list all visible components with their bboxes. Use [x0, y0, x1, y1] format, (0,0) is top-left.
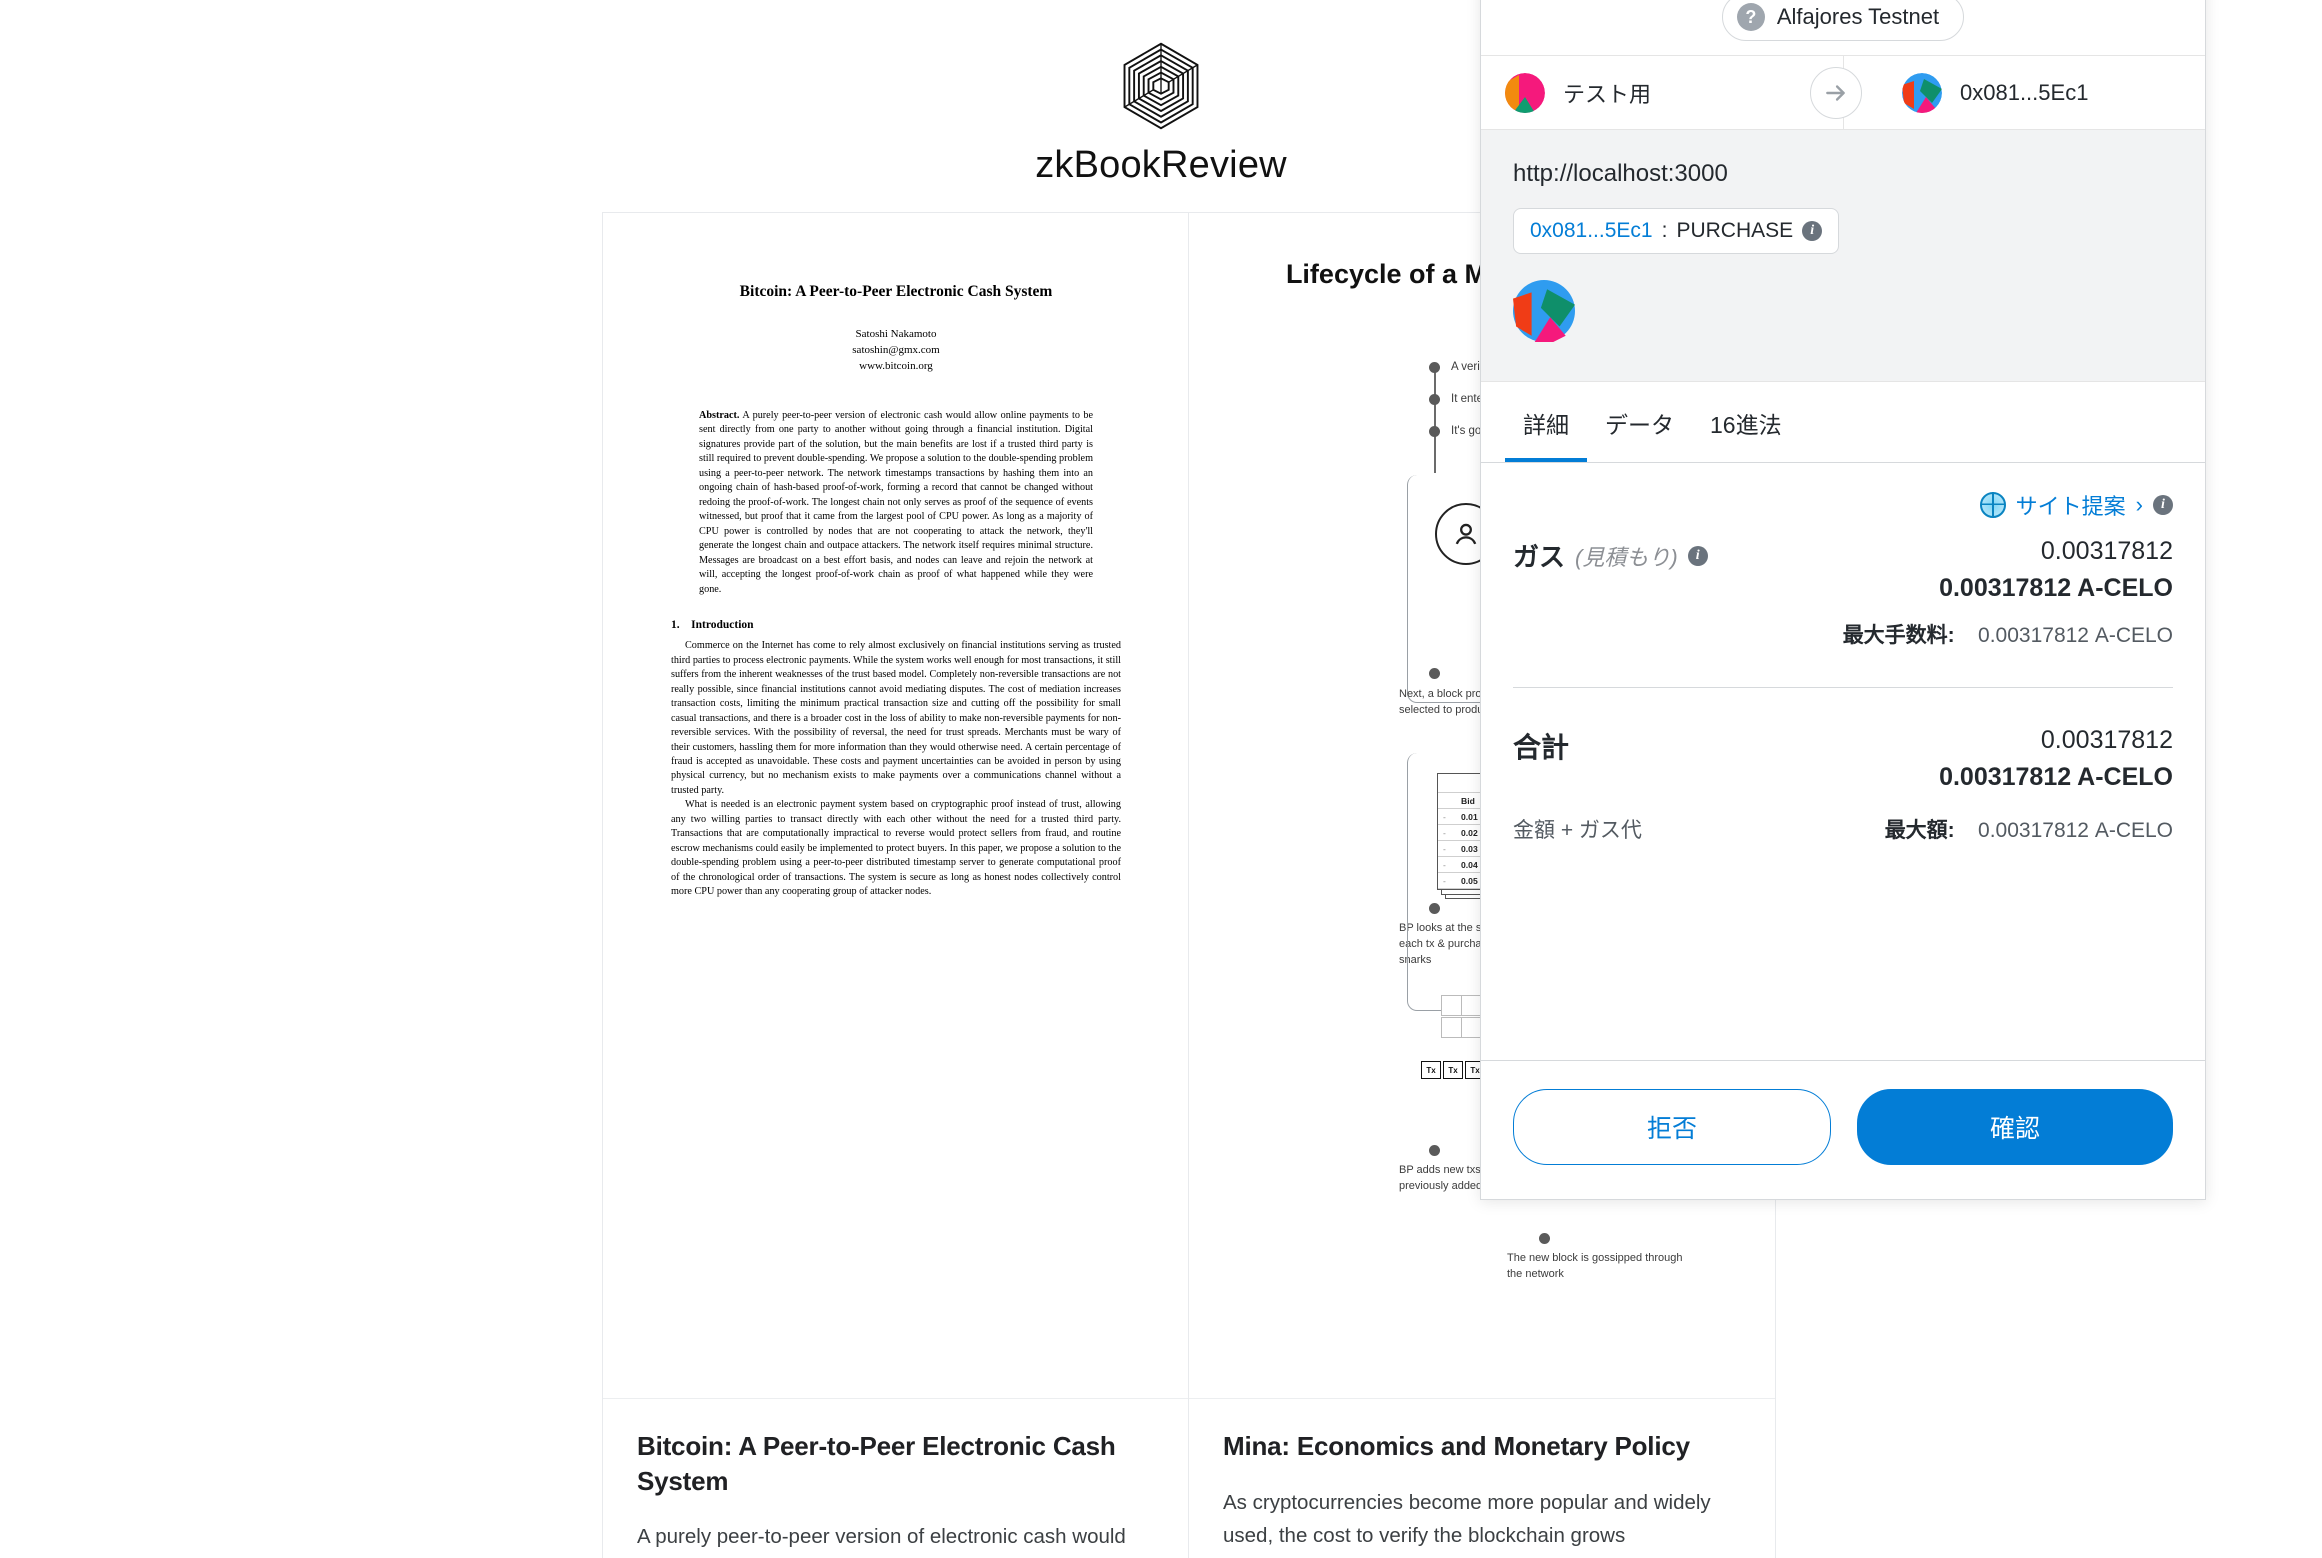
striped-cube-logo-icon — [1123, 42, 1199, 130]
bitcoin-paper-preview: Bitcoin: A Peer-to-Peer Electronic Cash … — [661, 283, 1131, 900]
total-block: 合計 0.00317812 0.00317812 A-CELO 金額 + ガス代… — [1513, 688, 2173, 844]
network-selector[interactable]: ? Alfajores Testnet — [1721, 0, 1965, 41]
gas-max-row: 最大手数料: 0.00317812 A-CELO — [1513, 619, 2173, 649]
queue-cell — [1441, 1017, 1462, 1038]
total-amount: 0.00317812 A-CELO — [1939, 763, 2173, 791]
confirmation-footer: 拒否 確認 — [1481, 1060, 2205, 1199]
metamask-confirmation-popup: ? Alfajores Testnet テスト用 0x081...5Ec1 ht… — [1480, 0, 2206, 1200]
total-max-row: 最大額: 0.00317812 A-CELO — [1885, 814, 2173, 844]
card-description: As cryptocurrencies become more popular … — [1223, 1490, 1711, 1558]
to-account[interactable]: 0x081...5Ec1 — [1862, 72, 2167, 113]
total-fiat-value: 0.00317812 — [2040, 726, 2173, 754]
diagram-node-icon — [1429, 1145, 1440, 1156]
confirm-button[interactable]: 確認 — [1857, 1089, 2173, 1165]
accounts-row: テスト用 0x081...5Ec1 — [1481, 56, 2205, 130]
detail-tabs: 詳細 データ 16進法 — [1481, 382, 2205, 463]
gas-max-label: 最大手数料: — [1842, 624, 1955, 647]
tab-data[interactable]: データ — [1587, 382, 1692, 462]
step-dot-icon — [1429, 361, 1440, 373]
tab-details[interactable]: 詳細 — [1505, 382, 1587, 462]
jazzicon-avatar — [1505, 72, 1545, 113]
info-icon[interactable]: i — [1802, 221, 1823, 241]
paper-preview-section: 1. Introduction — [671, 619, 1131, 631]
contract-address: 0x081...5Ec1 — [1530, 219, 1653, 242]
reject-button[interactable]: 拒否 — [1513, 1089, 1831, 1165]
origin-url: http://localhost:3000 — [1513, 160, 1728, 187]
diagram-caption: The new block is gossipped through the n… — [1507, 1252, 1683, 1280]
step-dot-icon — [1429, 425, 1440, 437]
arrow-right-icon — [1810, 66, 1862, 119]
gas-amount: 0.00317812 A-CELO — [1939, 574, 2173, 602]
from-account-name: テスト用 — [1563, 81, 1652, 107]
tab-hex[interactable]: 16進法 — [1692, 382, 1800, 462]
to-account-name: 0x081...5Ec1 — [1960, 79, 2089, 105]
info-icon[interactable]: i — [1687, 545, 1708, 566]
network-row: ? Alfajores Testnet — [1481, 0, 2205, 56]
card-title: Mina: Economics and Monetary Policy — [1223, 1431, 1690, 1461]
chip-separator: : — [1661, 219, 1668, 242]
diagram-node-icon — [1429, 668, 1440, 679]
site-suggestion-row[interactable]: サイト提案 › i — [1513, 463, 2173, 527]
chevron-right-icon: › — [2135, 492, 2143, 517]
paper-preview-abstract: Abstract. A purely peer-to-peer version … — [661, 409, 1131, 597]
transaction-avatar — [1513, 280, 2173, 347]
section-number: 1. — [671, 619, 680, 632]
gas-fee-block: ガス (見積もり) i 0.00317812 0.00317812 A-CELO… — [1513, 527, 2173, 649]
card-description: A purely peer-to-peer version of electro… — [637, 1525, 1126, 1549]
jazzicon-avatar — [1902, 72, 1942, 113]
total-sublabel: 金額 + ガス代 — [1513, 819, 1642, 842]
network-name: Alfajores Testnet — [1776, 4, 1940, 29]
queue-cell — [1441, 995, 1462, 1016]
total-max-label: 最大額: — [1884, 819, 1955, 842]
paper-preview-title: Bitcoin: A Peer-to-Peer Electronic Cash … — [739, 283, 1053, 300]
paper-preview-email: satoshin@gmx.com — [852, 343, 940, 356]
paper-preview-website: www.bitcoin.org — [859, 359, 933, 372]
card-thumbnail: Bitcoin: A Peer-to-Peer Electronic Cash … — [603, 213, 1188, 1399]
question-mark-icon: ? — [1736, 3, 1765, 31]
paper-preview-author: Satoshi Nakamoto — [855, 328, 937, 340]
details-panel: サイト提案 › i ガス (見積もり) i 0.00317812 0.00317… — [1481, 463, 2205, 1060]
total-label: 合計 — [1513, 732, 1570, 763]
tx-block: Tx — [1421, 1061, 1441, 1079]
gas-label: ガス — [1513, 542, 1566, 572]
abstract-label: Abstract. — [699, 409, 740, 421]
section-title: Introduction — [691, 619, 754, 632]
diagram-node-icon — [1539, 1233, 1550, 1244]
from-account[interactable]: テスト用 — [1505, 72, 1810, 113]
gas-max-value: 0.00317812 A-CELO — [1978, 624, 2173, 647]
globe-icon — [1979, 492, 2006, 518]
card-title: Bitcoin: A Peer-to-Peer Electronic Cash … — [637, 1431, 1116, 1496]
origin-section: http://localhost:3000 0x081...5Ec1 : PUR… — [1481, 130, 2205, 382]
step-dot-icon — [1429, 393, 1440, 405]
contract-method: PURCHASE — [1676, 219, 1794, 242]
queue-cell — [1460, 1017, 1482, 1038]
body-paragraph-2: What is needed is an electronic payment … — [671, 799, 1121, 898]
site-suggestion-label: サイト提案 — [2015, 494, 2126, 519]
tx-block: Tx — [1443, 1061, 1463, 1079]
info-icon[interactable]: i — [2153, 495, 2173, 515]
gas-sublabel: (見積もり) — [1575, 544, 1678, 570]
body-paragraph-1: Commerce on the Internet has come to rel… — [671, 640, 1121, 796]
gas-fiat-value: 0.00317812 — [2040, 537, 2173, 565]
jazzicon-avatar — [1513, 280, 1575, 346]
abstract-text: A purely peer-to-peer version of electro… — [699, 409, 1093, 595]
paper-preview-body: Commerce on the Internet has come to rel… — [661, 639, 1131, 900]
contract-method-chip[interactable]: 0x081...5Ec1 : PURCHASE i — [1513, 208, 1840, 254]
queue-cell — [1460, 995, 1482, 1016]
paper-card[interactable]: Bitcoin: A Peer-to-Peer Electronic Cash … — [602, 212, 1189, 1558]
total-max-value: 0.00317812 A-CELO — [1978, 819, 2173, 842]
